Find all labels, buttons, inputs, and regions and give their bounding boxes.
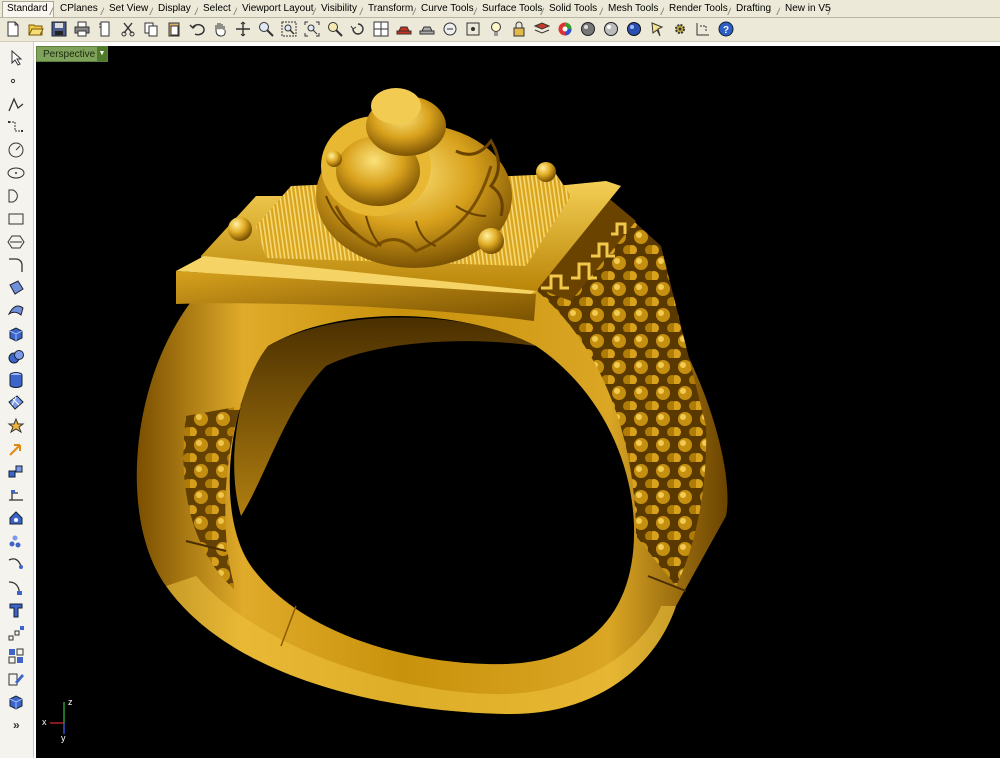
rectangle-icon[interactable] [6, 209, 26, 229]
zoom-extents-icon[interactable] [303, 20, 321, 38]
viewport-menu-dropdown-icon[interactable]: ▼ [97, 47, 107, 61]
sweep-surface-icon[interactable] [6, 301, 26, 321]
polyline-icon[interactable] [6, 95, 26, 115]
cylinder-icon[interactable] [6, 370, 26, 390]
curve-from-object-icon[interactable] [6, 554, 26, 574]
axis-widget: z x y [42, 697, 73, 743]
tab-cplanes[interactable]: CPlanes [56, 2, 104, 16]
copy-icon[interactable] [142, 20, 160, 38]
move-arrow-icon[interactable] [6, 439, 26, 459]
points-cloud-icon[interactable] [6, 531, 26, 551]
box-solid-icon[interactable] [6, 324, 26, 344]
new-file-icon[interactable] [4, 20, 22, 38]
group-icon[interactable] [6, 646, 26, 666]
point-icon[interactable] [6, 72, 26, 92]
save-icon[interactable] [50, 20, 68, 38]
analyze-icon[interactable] [6, 508, 26, 528]
car-render-icon[interactable] [395, 20, 413, 38]
tab-viewport-layout[interactable]: Viewport Layout [238, 2, 316, 16]
tab-transform[interactable]: Transform [364, 2, 416, 16]
render-sphere-icon[interactable] [579, 20, 597, 38]
tab-surface-tools[interactable]: Surface Tools [478, 2, 544, 16]
layers-icon[interactable] [533, 20, 551, 38]
open-folder-icon[interactable] [27, 20, 45, 38]
undo-icon[interactable] [188, 20, 206, 38]
tab-new-in-v5[interactable]: New in V5 [781, 2, 831, 16]
four-viewports-icon[interactable] [372, 20, 390, 38]
dimension-tool-icon[interactable] [6, 485, 26, 505]
viewport-title: Perspective [43, 49, 96, 60]
tab-set-view[interactable]: Set View [105, 2, 153, 16]
ring-3d-model: z x y [42, 88, 728, 743]
tab-curve-tools[interactable]: Curve Tools [417, 2, 477, 16]
viewport-title-tab[interactable]: Perspective ▼ [36, 46, 108, 62]
spotlight-icon[interactable] [648, 20, 666, 38]
axis-z-label: z [68, 697, 73, 707]
svg-text:?: ? [723, 25, 729, 36]
tab-solid-tools[interactable]: Solid Tools [545, 2, 603, 16]
more-tools-chevron-icon[interactable]: » [13, 718, 20, 732]
axis-x-label: x [42, 717, 47, 727]
tab-display[interactable]: Display [154, 2, 198, 16]
tab-render-tools[interactable]: Render Tools [665, 2, 731, 16]
cut-icon[interactable] [119, 20, 137, 38]
standard-toolbar: ? [0, 18, 1000, 42]
pan-hand-icon[interactable] [211, 20, 229, 38]
environment-sphere-icon[interactable] [625, 20, 643, 38]
transform-star-icon[interactable] [6, 416, 26, 436]
fillet-curve-icon[interactable] [6, 255, 26, 275]
blend-curve-icon[interactable] [6, 577, 26, 597]
paste-icon[interactable] [165, 20, 183, 38]
page-setup-icon[interactable] [96, 20, 114, 38]
dimension-icon[interactable] [694, 20, 712, 38]
object-properties-icon[interactable] [441, 20, 459, 38]
toolbar-tab-strip: Standard CPlanes Set View Display Select… [0, 0, 1000, 18]
text-object-icon[interactable] [6, 600, 26, 620]
curve-control-points-icon[interactable] [6, 117, 26, 137]
print-icon[interactable] [73, 20, 91, 38]
axis-y-label: y [61, 733, 66, 743]
lock-icon[interactable] [510, 20, 528, 38]
arc-icon[interactable] [6, 186, 26, 206]
zoom-selected-icon[interactable] [326, 20, 344, 38]
tab-select[interactable]: Select [199, 2, 237, 16]
cube-icon[interactable] [6, 692, 26, 712]
pen-edit-icon[interactable] [6, 669, 26, 689]
tab-mesh-tools[interactable]: Mesh Tools [604, 2, 664, 16]
boolean-union-icon[interactable] [6, 347, 26, 367]
ellipse-icon[interactable] [6, 163, 26, 183]
light-bulb-icon[interactable] [487, 20, 505, 38]
zoom-window-icon[interactable] [280, 20, 298, 38]
osnap-icon[interactable] [464, 20, 482, 38]
help-icon[interactable]: ? [717, 20, 735, 38]
tab-standard[interactable]: Standard [2, 1, 54, 17]
left-toolbar: » [0, 42, 34, 758]
material-sphere-icon[interactable] [602, 20, 620, 38]
control-points-on-icon[interactable] [6, 623, 26, 643]
mesh-icon[interactable] [6, 393, 26, 413]
surface-corner-points-icon[interactable] [6, 278, 26, 298]
select-arrow-icon[interactable] [6, 48, 26, 68]
tab-visibility[interactable]: Visibility [317, 2, 363, 16]
polygon-icon[interactable] [6, 232, 26, 252]
shaded-view-icon[interactable] [418, 20, 436, 38]
options-gear-icon[interactable] [671, 20, 689, 38]
zoom-icon[interactable] [257, 20, 275, 38]
rotate-camera-icon[interactable] [349, 20, 367, 38]
color-wheel-icon[interactable] [556, 20, 574, 38]
circle-icon[interactable] [6, 140, 26, 160]
rotate-view-icon[interactable] [234, 20, 252, 38]
array-icon[interactable] [6, 462, 26, 482]
tab-drafting[interactable]: Drafting [732, 2, 780, 16]
